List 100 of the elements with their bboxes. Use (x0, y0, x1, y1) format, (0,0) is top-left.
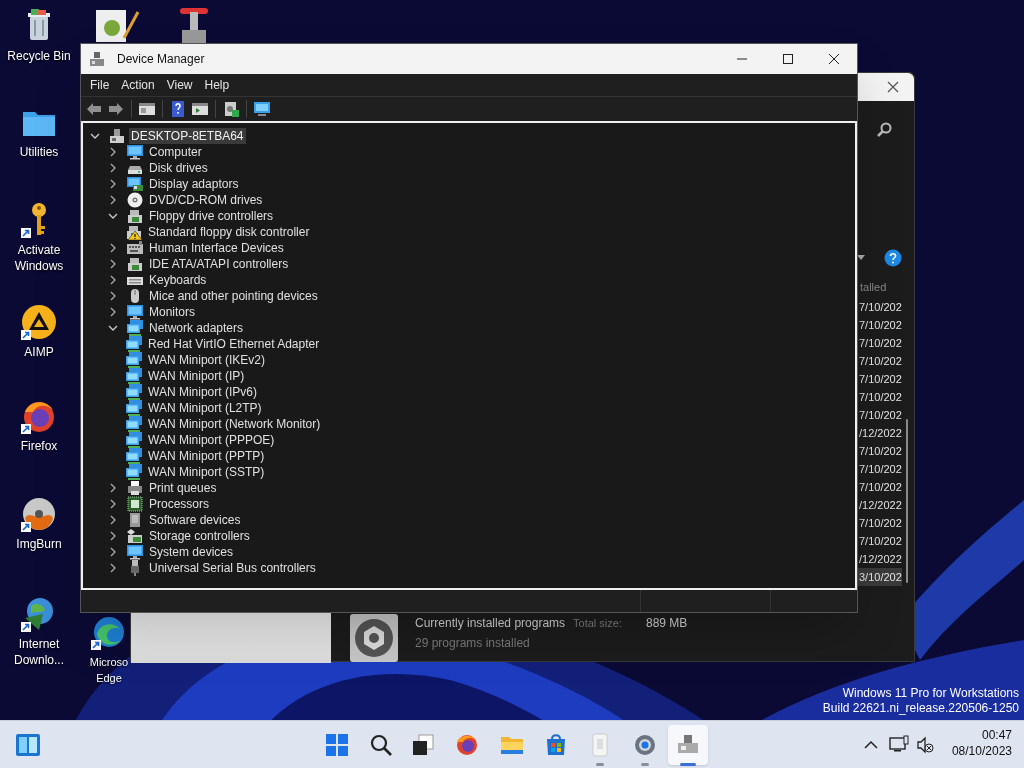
tree-item[interactable]: Disk drives (147, 160, 210, 176)
tree-item[interactable]: Print queues (147, 480, 219, 496)
chevron-icon[interactable] (108, 259, 118, 269)
table-cell-text: 7/10/202 (858, 516, 902, 531)
tree-item[interactable]: Floppy drive controllers (147, 208, 276, 224)
network-icon (126, 416, 142, 432)
network-icon (126, 432, 142, 448)
triangle-logo-icon[interactable] (21, 304, 57, 340)
chevron-icon[interactable] (108, 211, 118, 221)
maximize-icon[interactable] (783, 54, 793, 64)
chevron-icon[interactable] (108, 291, 118, 301)
chevron-icon[interactable] (108, 179, 118, 189)
widgets-icon[interactable] (15, 733, 41, 757)
chevron-icon[interactable] (108, 163, 118, 173)
column-header[interactable]: talled (860, 279, 887, 296)
forward-arrow-icon[interactable] (107, 100, 125, 118)
help-icon[interactable] (884, 249, 902, 267)
chip-icon (127, 496, 143, 512)
printer-icon (127, 480, 143, 496)
update-driver-icon[interactable] (222, 100, 240, 118)
tree-item[interactable]: WAN Miniport (PPPOE) (146, 432, 277, 448)
menu-item[interactable]: View (160, 76, 199, 94)
device-manager-icon (89, 51, 105, 67)
chevron-icon[interactable] (108, 275, 118, 285)
chevron-up-icon[interactable] (864, 740, 878, 750)
chevron-icon[interactable] (108, 147, 118, 157)
tree-item[interactable]: Red Hat VirtIO Ethernet Adapter (146, 336, 322, 352)
network-icon[interactable] (889, 735, 909, 755)
tree-item[interactable]: DVD/CD-ROM drives (147, 192, 265, 208)
tree-item[interactable]: System devices (147, 544, 236, 560)
help-book-icon[interactable] (169, 100, 187, 118)
network-icon (127, 320, 143, 336)
menu-item[interactable]: File (84, 76, 116, 94)
network-icon (126, 336, 142, 352)
chevron-icon[interactable] (108, 515, 118, 525)
dropdown-arrow-icon[interactable] (857, 255, 865, 261)
chevron-icon[interactable] (108, 531, 118, 541)
properties-icon[interactable] (191, 100, 209, 118)
tree-item[interactable]: IDE ATA/ATAPI controllers (147, 256, 291, 272)
network-icon (126, 464, 142, 480)
tree-item[interactable]: Software devices (147, 512, 243, 528)
size-value: 889 MB (646, 615, 688, 632)
keyboard-icon (127, 240, 143, 256)
clock[interactable]: 00:47 08/10/2023 (944, 727, 1012, 759)
chevron-icon[interactable] (108, 499, 118, 509)
tree-item[interactable]: Standard floppy disk controller (146, 224, 312, 240)
chevron-icon[interactable] (108, 563, 118, 573)
tree-item[interactable]: WAN Miniport (PPTP) (146, 448, 267, 464)
tree-item[interactable]: Computer (147, 144, 204, 160)
tree-item[interactable]: DESKTOP-8ETBA64 (129, 128, 246, 144)
size-label: Total size: (573, 616, 622, 631)
tree-item[interactable]: Network adapters (147, 320, 246, 336)
icon-label: Firefox (20, 438, 58, 454)
table-cell-text: 7/10/202 (858, 318, 902, 333)
close-icon[interactable] (829, 54, 839, 64)
close-icon[interactable] (887, 81, 899, 93)
tree-item[interactable]: WAN Miniport (Network Monitor) (146, 416, 323, 432)
panel-toggle-icon[interactable] (138, 100, 156, 118)
chevron-icon[interactable] (108, 483, 118, 493)
chevron-icon[interactable] (108, 323, 118, 333)
tree-item[interactable]: WAN Miniport (IKEv2) (146, 352, 267, 368)
chevron-icon[interactable] (108, 243, 118, 253)
table-cell-text: 7/10/202 (858, 390, 902, 405)
tree-item[interactable]: Human Interface Devices (147, 240, 286, 256)
table-cell-text: 7/10/202 (858, 372, 902, 387)
tree-item[interactable]: Storage controllers (147, 528, 252, 544)
tree-item[interactable]: WAN Miniport (SSTP) (146, 464, 267, 480)
store-bag-icon[interactable] (544, 733, 568, 757)
task-view-icon[interactable] (411, 733, 435, 757)
network-icon (126, 448, 142, 464)
computer-icon (109, 128, 125, 144)
icon-label: Activate (17, 242, 61, 258)
chevron-icon[interactable] (108, 307, 118, 317)
table-cell-text: /12/2022 (858, 552, 902, 567)
settings-icon[interactable] (633, 733, 657, 757)
chevron-icon[interactable] (108, 195, 118, 205)
speaker-muted-icon[interactable] (916, 736, 934, 754)
search-icon[interactable] (876, 122, 892, 138)
swirl-logo-icon[interactable] (91, 614, 127, 650)
notepad-icon[interactable] (94, 8, 140, 44)
chevron-icon[interactable] (108, 547, 118, 557)
menu-item[interactable]: Action (115, 76, 161, 94)
tree-item[interactable]: Monitors (147, 304, 197, 320)
start-icon[interactable] (325, 733, 349, 757)
search-icon[interactable] (369, 733, 393, 757)
flaming-disc-icon[interactable] (21, 496, 57, 532)
tree-item[interactable]: Processors (147, 496, 212, 512)
tree-item[interactable]: Display adaptors (147, 176, 241, 192)
tree-item[interactable]: Mice and other pointing devices (147, 288, 320, 304)
network-icon (126, 352, 142, 368)
tree-item[interactable]: WAN Miniport (IPv6) (146, 384, 259, 400)
scrollbar-thumb[interactable] (906, 419, 908, 583)
tree-item[interactable]: WAN Miniport (IP) (146, 368, 247, 384)
tree-item[interactable]: WAN Miniport (L2TP) (146, 400, 264, 416)
chevron-icon[interactable] (90, 131, 100, 141)
tree-item[interactable]: Universal Serial Bus controllers (147, 560, 318, 576)
tree-item[interactable]: Keyboards (147, 272, 209, 288)
menu-item[interactable]: Help (198, 76, 236, 94)
monitor-icon (127, 304, 143, 320)
scan-monitor-icon[interactable] (253, 100, 271, 118)
